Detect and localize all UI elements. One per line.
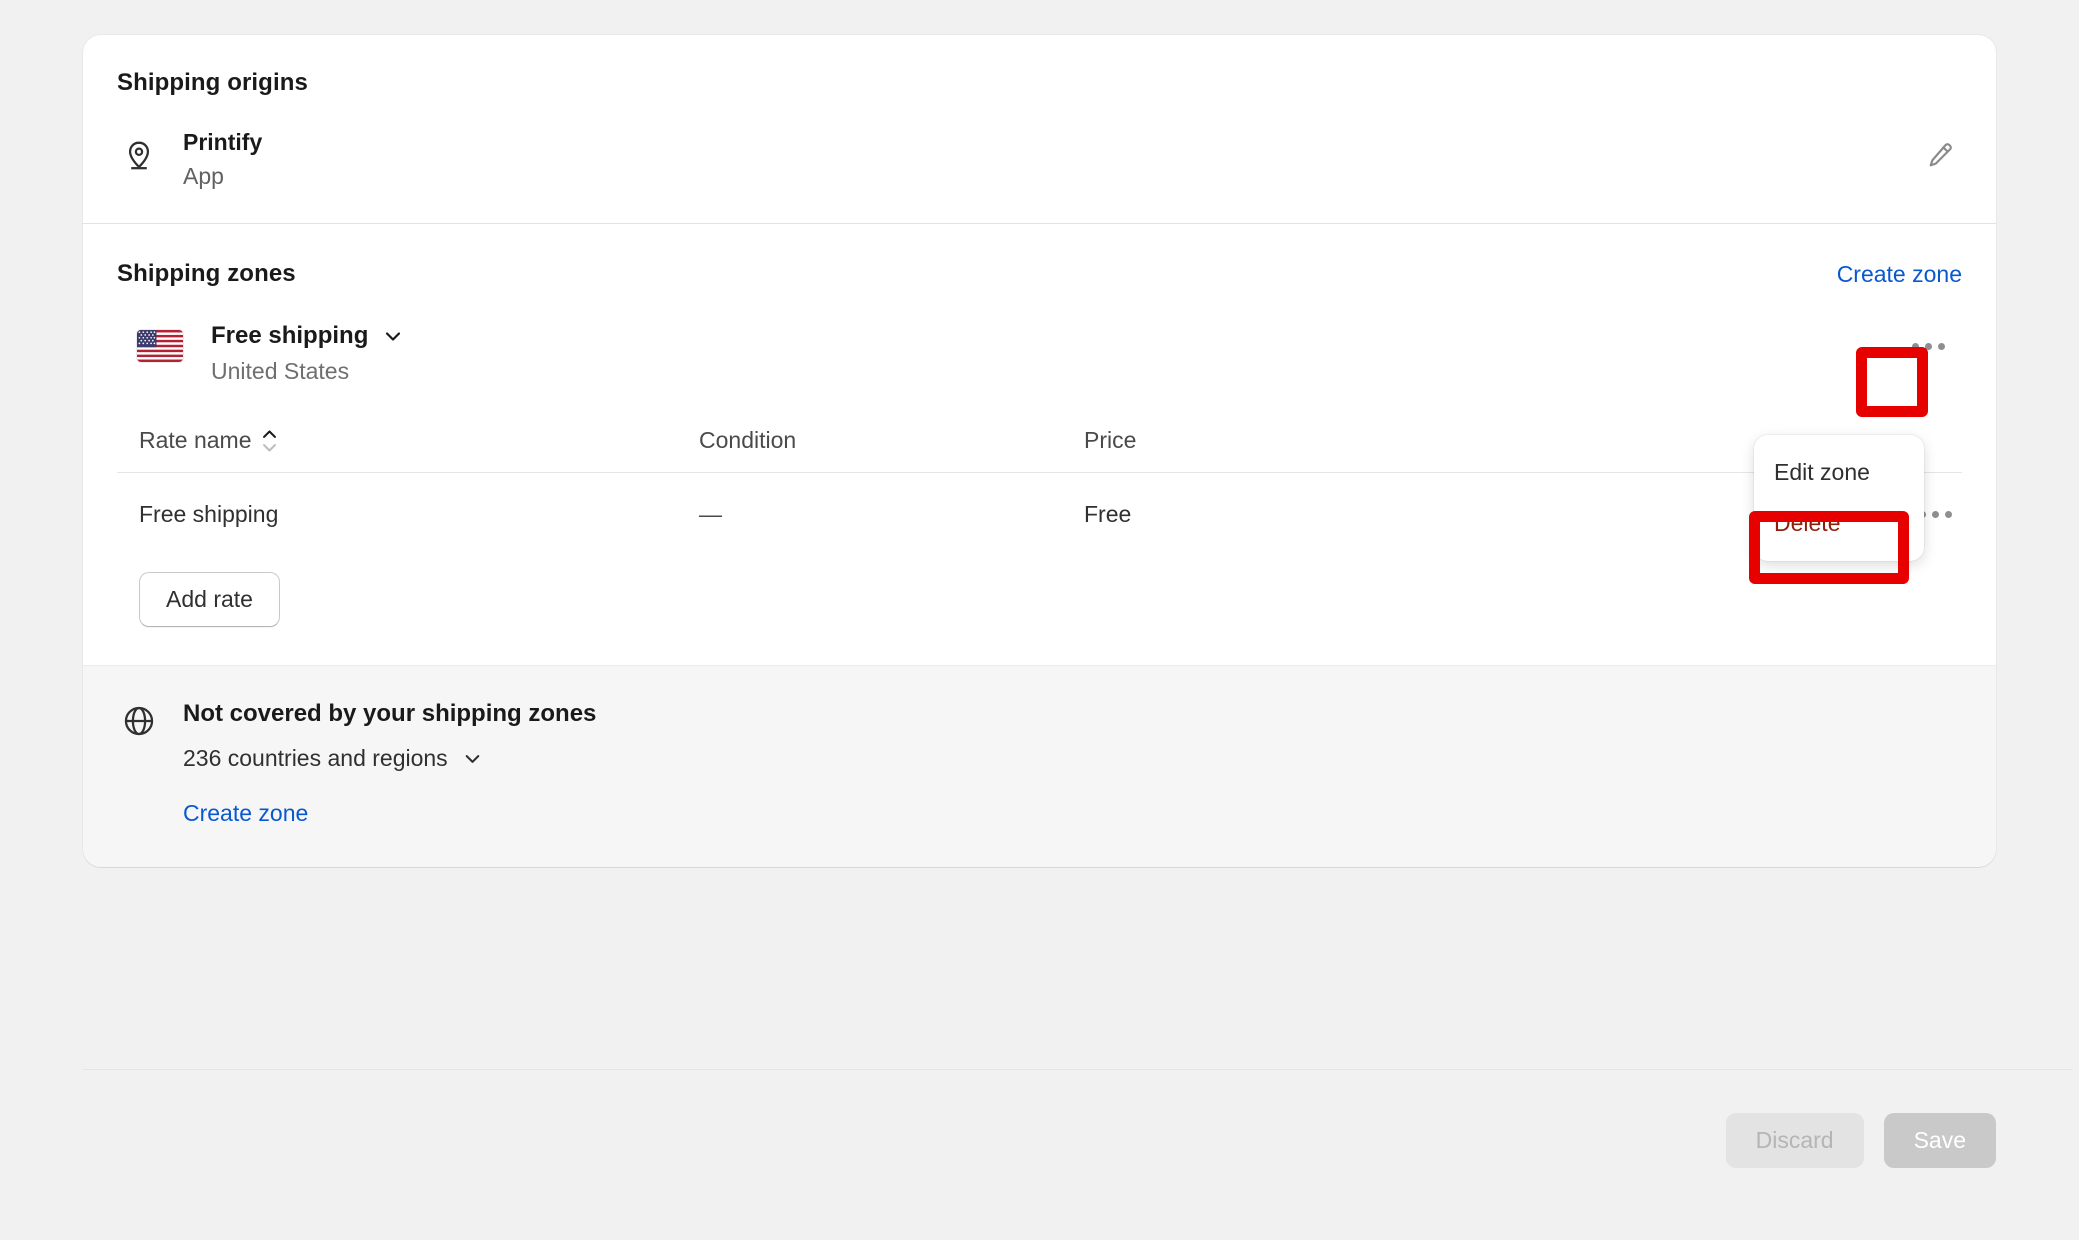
shipping-zones-section: Shipping zones Create zone Free shipping… (83, 224, 1996, 665)
add-rate-button[interactable]: Add rate (139, 572, 280, 628)
create-zone-link-bottom[interactable]: Create zone (183, 800, 308, 827)
not-covered-text-block: Not covered by your shipping zones 236 c… (183, 700, 596, 827)
shipping-zone-item: Free shipping United States Rate name Co… (117, 322, 1962, 665)
zone-countries: United States (211, 358, 350, 385)
shipping-zones-header: Shipping zones Create zone (117, 260, 1962, 288)
shipping-zones-title: Shipping zones (117, 260, 296, 288)
origin-item: Printify App (117, 127, 1962, 193)
zone-header-row: Free shipping United States (117, 322, 1962, 385)
zone-text-block: Free shipping United States (211, 322, 405, 385)
create-zone-link-top[interactable]: Create zone (1837, 261, 1962, 288)
save-button[interactable]: Save (1883, 1113, 1996, 1168)
more-horizontal-icon (1911, 342, 1945, 350)
shipping-settings-card: Shipping origins Printify App Shipping z… (83, 35, 1996, 868)
sort-ascending-descending-icon[interactable] (261, 429, 278, 453)
discard-button[interactable]: Discard (1725, 1113, 1864, 1168)
not-covered-count: 236 countries and regions (183, 745, 448, 772)
not-covered-row: Not covered by your shipping zones 236 c… (117, 700, 1962, 827)
location-pin-icon (122, 139, 156, 173)
table-row: Free shipping — Free (117, 473, 1962, 556)
cell-rate-name: Free shipping (139, 501, 279, 528)
rates-table-header: Rate name Condition Price (117, 427, 1962, 472)
rates-table: Rate name Condition Price Free shipping … (117, 427, 1962, 556)
chevron-down-icon (381, 324, 405, 348)
form-actions: Discard Save (1725, 1113, 1996, 1168)
not-covered-section: Not covered by your shipping zones 236 c… (83, 665, 1996, 868)
origin-text-block: Printify App (183, 127, 262, 193)
zone-actions-popover: Edit zone Delete (1754, 435, 1924, 561)
us-flag-icon (137, 330, 183, 363)
cell-condition: — (699, 501, 722, 528)
pencil-icon (1925, 140, 1955, 175)
zone-name-toggle[interactable]: Free shipping (211, 322, 405, 350)
edit-origin-button[interactable] (1918, 135, 1962, 179)
menu-item-delete[interactable]: Delete (1754, 498, 1924, 549)
header-condition: Condition (699, 427, 797, 454)
header-rate-name[interactable]: Rate name (139, 427, 699, 454)
origin-name: Printify (183, 129, 263, 155)
origin-subtitle: App (183, 163, 224, 190)
header-rate-name-label: Rate name (139, 427, 252, 454)
chevron-down-icon (461, 747, 484, 770)
shipping-origins-section: Shipping origins Printify App (83, 35, 1996, 223)
bottom-divider (83, 1069, 2073, 1070)
not-covered-title: Not covered by your shipping zones (183, 700, 597, 728)
zone-actions-menu-button[interactable] (1904, 322, 1952, 370)
globe-icon (122, 704, 156, 738)
not-covered-count-toggle[interactable]: 236 countries and regions (183, 745, 596, 772)
shipping-origins-title: Shipping origins (117, 69, 308, 96)
zone-name: Free shipping (211, 322, 369, 350)
menu-item-edit-zone[interactable]: Edit zone (1754, 447, 1924, 498)
page-root: Shipping origins Printify App Shipping z… (0, 0, 2079, 1240)
